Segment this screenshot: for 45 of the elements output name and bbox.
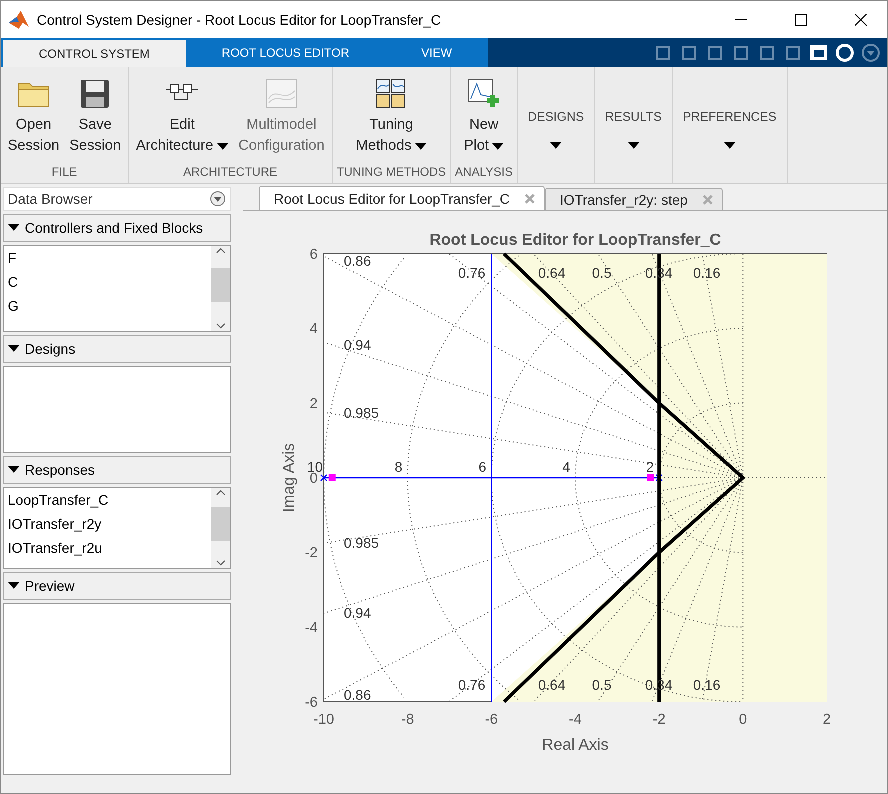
y-tick-label: -6 [305, 695, 318, 711]
damping-label: 0.16 [693, 265, 721, 281]
frequency-label: 4 [562, 459, 570, 475]
panel-title: Data Browser [8, 191, 93, 207]
window-title: Control System Designer - Root Locus Editor for LoopTransfer_C [37, 12, 442, 28]
damping-label: 0.16 [693, 677, 721, 693]
damping-label: 0.94 [344, 605, 372, 621]
damping-label: 0.985 [344, 405, 380, 421]
y-tick-label: -2 [305, 546, 318, 562]
frequency-label: 2 [646, 459, 654, 475]
y-tick-label: -4 [305, 620, 318, 636]
y-tick-label: 6 [310, 247, 318, 263]
damping-label: 0.64 [538, 677, 566, 693]
frequency-label: 6 [478, 459, 487, 475]
plot-title: Root Locus Editor for LoopTransfer_C [430, 232, 722, 249]
damping-label: 0.5 [592, 677, 612, 693]
x-tick-label: -10 [314, 712, 334, 728]
damping-label: 0.985 [344, 535, 380, 551]
frequency-label: 8 [394, 459, 403, 475]
y-tick-label: 2 [310, 396, 318, 412]
group-label: TUNING METHODS [336, 165, 446, 181]
damping-label: 0.94 [344, 337, 372, 353]
x-tick-label: -4 [569, 712, 582, 728]
group-label: ANALYSIS [455, 165, 513, 181]
section-title: Controllers and Fixed Blocks [25, 220, 204, 236]
damping-label: 0.86 [344, 253, 372, 269]
group-label: ARCHITECTURE [182, 165, 278, 181]
x-tick-label: -2 [652, 712, 666, 728]
y-axis-label: Imag Axis [281, 443, 298, 513]
x-tick-label: -8 [401, 712, 414, 728]
damping-label: 0.86 [344, 687, 372, 703]
section-title: Responses [25, 462, 96, 478]
y-tick-label: 0 [310, 471, 318, 487]
x-tick-label: 0 [739, 712, 748, 728]
damping-label: 0.5 [592, 265, 612, 281]
section-title: Preview [25, 578, 75, 594]
x-axis-label: Real Axis [542, 737, 609, 754]
damping-label: 0.76 [458, 677, 486, 693]
section-title: Designs [25, 341, 76, 357]
y-tick-label: 4 [310, 322, 318, 338]
damping-label: 0.64 [538, 265, 566, 281]
damping-label: 0.76 [458, 265, 486, 281]
x-tick-label: -6 [485, 712, 498, 728]
group-label: FILE [50, 165, 78, 181]
x-tick-label: 2 [822, 712, 832, 728]
